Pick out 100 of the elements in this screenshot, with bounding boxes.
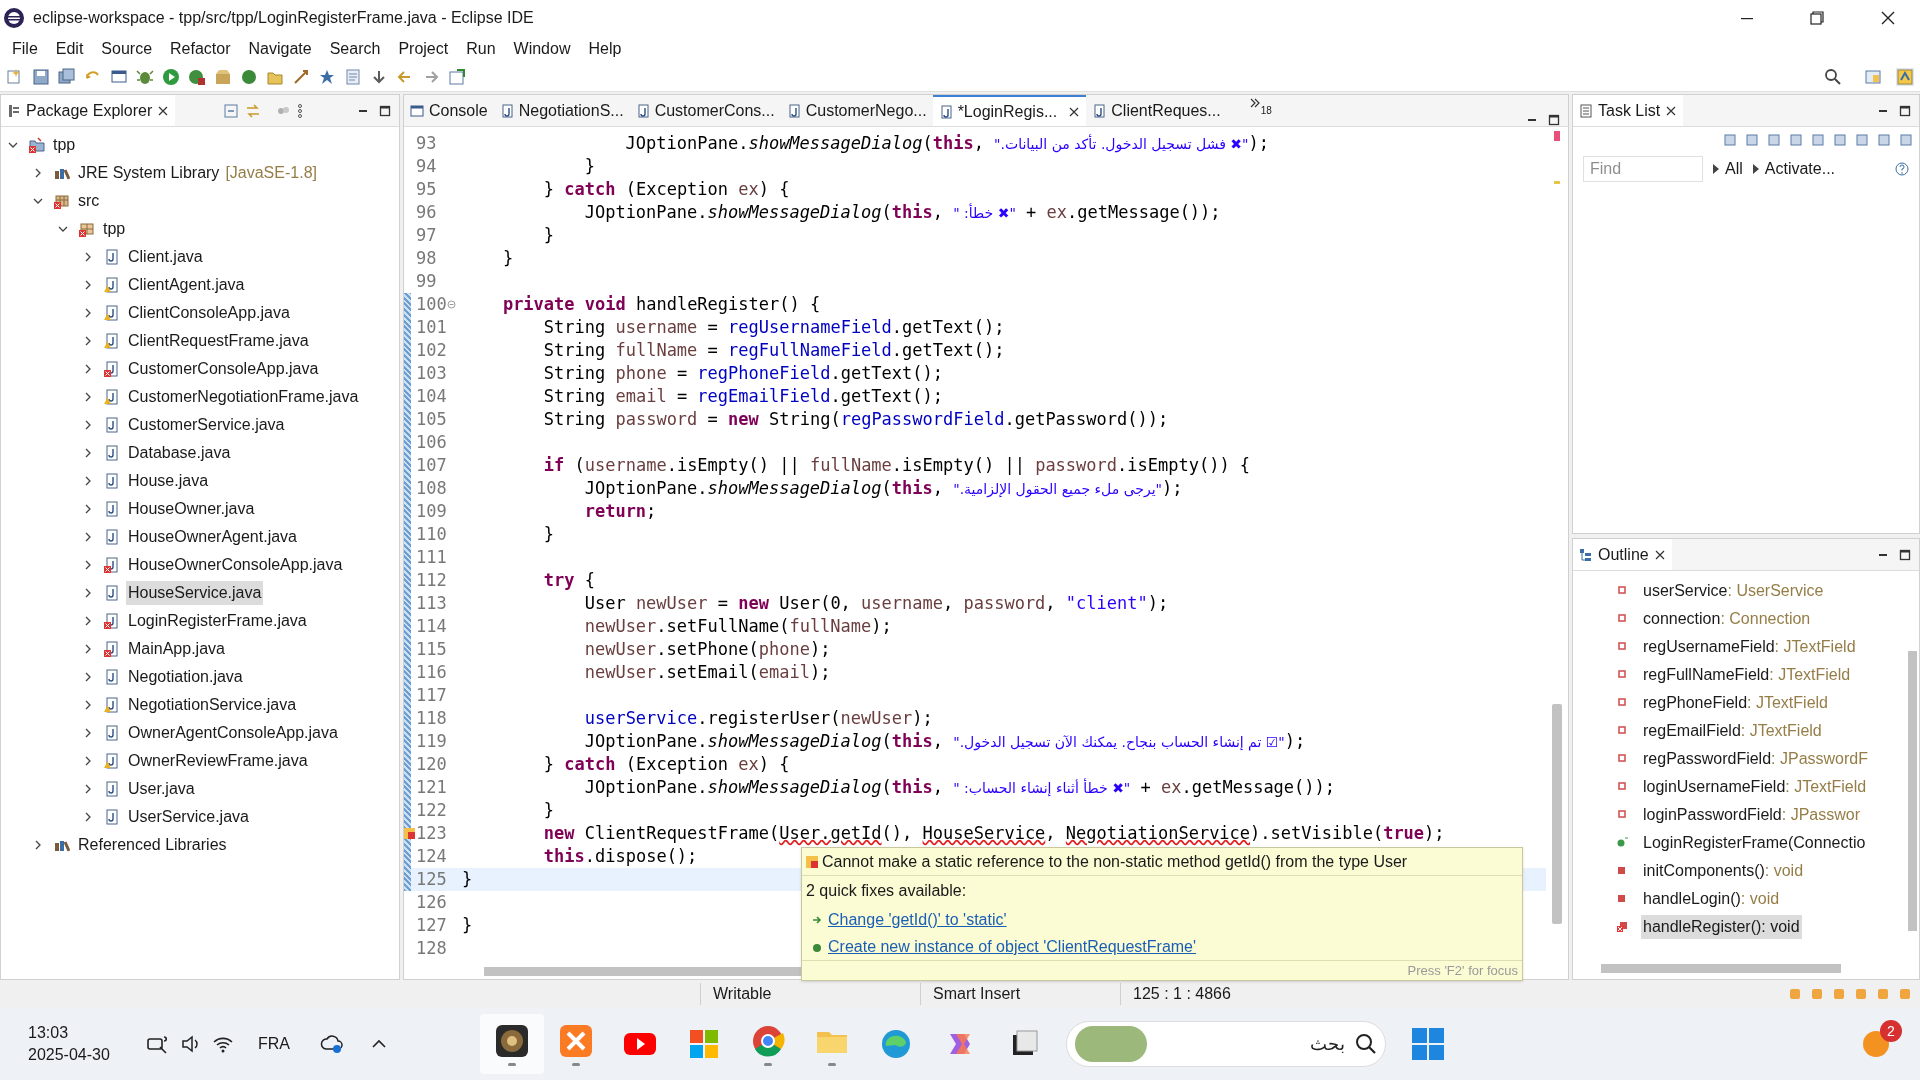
maximize-icon[interactable] xyxy=(1899,548,1911,561)
outline-item[interactable]: regPhoneField: JTextField xyxy=(1641,691,1830,715)
maximize-icon[interactable] xyxy=(1548,114,1560,126)
clock-date[interactable]: 2025-04-30 xyxy=(28,1044,130,1066)
tree-item[interactable]: HouseOwner.java xyxy=(126,497,257,521)
fold-icon[interactable] xyxy=(446,300,456,309)
quick-fix-link[interactable]: Create new instance of object 'ClientRequestFrame' xyxy=(828,934,1197,959)
menu-item[interactable]: Edit xyxy=(46,37,93,61)
tree-item[interactable]: tpp xyxy=(101,217,128,241)
restore-icon[interactable] xyxy=(1810,11,1824,25)
tree-item[interactable]: ClientAgent.java xyxy=(126,273,247,297)
outline-item[interactable]: loginPasswordField: JPasswor xyxy=(1641,803,1862,827)
find-field[interactable]: Find xyxy=(1583,156,1703,182)
menu-item[interactable]: Source xyxy=(92,37,162,61)
filter-link[interactable]: Activate... xyxy=(1752,157,1836,181)
outline-item[interactable]: regEmailField: JTextField xyxy=(1641,719,1824,743)
search-icon[interactable] xyxy=(1824,67,1842,86)
windows-logo-icon[interactable] xyxy=(1410,1026,1446,1062)
tree-item[interactable]: Database.java xyxy=(126,441,233,465)
view-menu-icon[interactable] xyxy=(297,102,304,119)
tree-item[interactable]: Client.java xyxy=(126,245,205,269)
scrollbar-thumb[interactable] xyxy=(1601,963,1841,973)
menu-item[interactable]: Project xyxy=(389,37,458,61)
tree-item[interactable]: Negotiation.java xyxy=(126,665,245,689)
close-icon[interactable] xyxy=(1653,548,1666,561)
tree-item[interactable]: OwnerReviewFrame.java xyxy=(126,749,310,773)
tree-item[interactable]: CustomerConsoleApp.java xyxy=(126,357,321,381)
clock-time[interactable]: 13:03 xyxy=(28,1022,130,1044)
tree-item[interactable]: MainApp.java xyxy=(126,637,227,661)
eclipse-app-icon[interactable] xyxy=(494,1022,530,1059)
tree-item[interactable]: ClientConsoleApp.java xyxy=(126,301,292,325)
tree-item[interactable]: Referenced Libraries xyxy=(76,833,229,857)
editor-tab[interactable]: *LoginRegis... xyxy=(932,95,1087,126)
outline-item[interactable]: regPasswordField: JPasswordF xyxy=(1641,747,1870,771)
help-icon[interactable] xyxy=(1895,162,1909,176)
tree-item[interactable]: LoginRegisterFrame.java xyxy=(126,609,309,633)
editor-tab[interactable]: NegotiationS... xyxy=(493,95,630,126)
outline-item[interactable]: handleRegister(): void xyxy=(1641,915,1802,939)
menu-item[interactable]: File xyxy=(3,37,47,61)
quick-fix-link[interactable]: Change 'getId()' to 'static' xyxy=(828,907,1007,932)
tree-item[interactable]: tpp xyxy=(51,133,78,157)
java-perspective-icon[interactable] xyxy=(1896,67,1914,86)
tree-item[interactable]: JRE System Library xyxy=(76,161,222,185)
tree-item[interactable]: ClientRequestFrame.java xyxy=(126,329,311,353)
tree-item[interactable]: HouseOwnerConsoleApp.java xyxy=(126,553,345,577)
error-marker-icon[interactable] xyxy=(404,828,415,839)
tree-item[interactable]: NegotiationService.java xyxy=(126,693,299,717)
scrollbar-thumb[interactable] xyxy=(1552,704,1562,924)
close-icon[interactable] xyxy=(157,104,170,117)
close-icon[interactable] xyxy=(1880,10,1896,26)
run-stop-icon[interactable] xyxy=(188,67,206,86)
menu-item[interactable]: Help xyxy=(579,37,631,61)
maximize-icon[interactable] xyxy=(379,104,391,117)
tree-item[interactable]: src xyxy=(76,189,102,213)
search-box[interactable]: بحث xyxy=(1066,1021,1386,1067)
tree-item[interactable]: HouseOwnerAgent.java xyxy=(126,525,299,549)
cross-app-icon[interactable] xyxy=(558,1022,594,1059)
menu-item[interactable]: Window xyxy=(504,37,580,61)
collapse-all-icon[interactable] xyxy=(223,102,240,119)
outline-item[interactable]: handleLogin(): void xyxy=(1641,887,1782,911)
outline-item[interactable]: loginUsernameField: JTextField xyxy=(1641,775,1869,799)
tree-item[interactable]: UserService.java xyxy=(126,805,251,829)
outline-item[interactable]: regUsernameField: JTextField xyxy=(1641,635,1858,659)
bug-icon[interactable] xyxy=(136,67,154,86)
view-tab[interactable]: Package Explorer xyxy=(1,95,176,126)
search-field[interactable]: بحث xyxy=(1147,1030,1355,1058)
tree-item[interactable]: CustomerNegotiationFrame.java xyxy=(126,385,361,409)
save-all-icon[interactable] xyxy=(58,67,76,86)
save-icon[interactable] xyxy=(32,67,50,86)
outline-item[interactable]: LoginRegisterFrame(Connectio xyxy=(1641,831,1868,855)
outline-item[interactable]: regFullNameField: JTextField xyxy=(1641,663,1853,687)
close-icon[interactable] xyxy=(1665,104,1678,117)
tree-item[interactable]: User.java xyxy=(126,777,197,801)
menu-item[interactable]: Refactor xyxy=(161,37,240,61)
tab-overflow-menu[interactable]: 18 xyxy=(1248,95,1272,126)
menu-item[interactable]: Navigate xyxy=(239,37,321,61)
menu-item[interactable]: Search xyxy=(320,37,390,61)
editor-tab[interactable]: ClientReques... xyxy=(1086,95,1227,126)
scrollbar-thumb[interactable] xyxy=(1907,651,1917,931)
outline-item[interactable]: connection: Connection xyxy=(1641,607,1813,631)
editor-tab[interactable]: CustomerNego... xyxy=(780,95,933,126)
editor-tab[interactable]: CustomerCons... xyxy=(629,95,781,126)
language-indicator[interactable]: FRA xyxy=(258,1032,290,1056)
tree-item[interactable]: HouseService.java xyxy=(126,581,264,605)
menu-item[interactable]: Run xyxy=(457,37,505,61)
class-icon[interactable] xyxy=(240,67,258,86)
maximize-icon[interactable] xyxy=(1899,104,1911,117)
run-icon[interactable] xyxy=(162,67,180,86)
open-window-icon[interactable] xyxy=(448,67,466,86)
cloud-icon[interactable] xyxy=(320,1033,344,1055)
view-tab[interactable]: Outline xyxy=(1573,539,1672,570)
window-icon[interactable] xyxy=(110,67,128,86)
tree-item[interactable]: CustomerService.java xyxy=(126,413,287,437)
close-icon[interactable] xyxy=(1068,105,1081,118)
tree-item[interactable]: OwnerAgentConsoleApp.java xyxy=(126,721,340,745)
filter-link[interactable]: All xyxy=(1713,157,1743,181)
outline-item[interactable]: initComponents(): void xyxy=(1641,859,1806,883)
tree-item[interactable]: House.java xyxy=(126,469,211,493)
view-tab[interactable]: Task List xyxy=(1573,95,1684,126)
outline-item[interactable]: userService: UserService xyxy=(1641,579,1826,603)
